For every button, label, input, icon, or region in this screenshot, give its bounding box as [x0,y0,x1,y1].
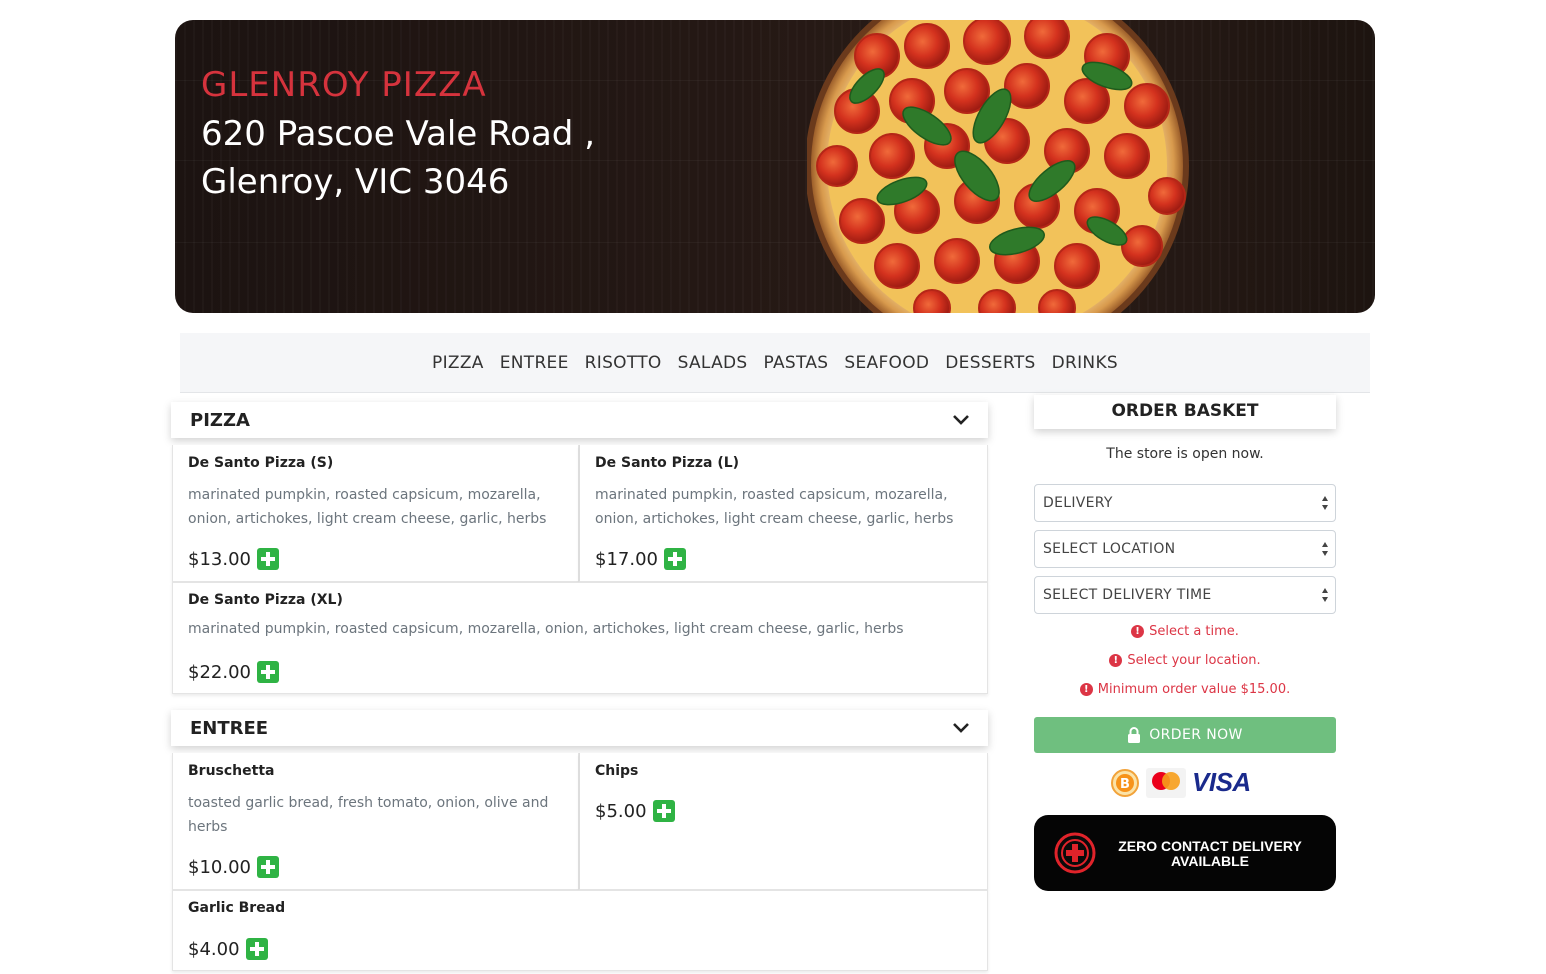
bitcoin-icon: B [1111,768,1139,797]
item-price: $10.00 [188,856,251,878]
store-status: The store is open now. [1106,446,1264,462]
item-price: $13.00 [188,548,251,570]
nav-entree[interactable]: ENTREE [500,353,569,373]
nav-risotto[interactable]: RISOTTO [585,353,662,373]
location-select[interactable]: SELECT LOCATION [1034,530,1336,568]
select-arrows-icon [1322,588,1328,602]
error-minimum-order: ! Minimum order value $15.00. [1034,682,1336,697]
medical-cross-icon [1054,832,1096,874]
lock-icon [1128,727,1141,743]
pizza-image [807,20,1189,313]
menu-item: De Santo Pizza (S) marinated pumpkin, ro… [172,445,579,582]
delivery-time-select[interactable]: SELECT DELIVERY TIME [1034,576,1336,614]
order-now-label: ORDER NOW [1149,727,1243,743]
item-price: $5.00 [595,800,647,822]
nav-pastas[interactable]: PASTAS [764,353,829,373]
error-select-time: ! Select a time. [1034,624,1336,639]
address-line-2: Glenroy, VIC 3046 [201,162,510,202]
order-type-select[interactable]: DELIVERY [1034,484,1336,522]
error-select-location: ! Select your location. [1034,653,1336,668]
item-price: $22.00 [188,661,251,683]
item-price: $4.00 [188,938,240,960]
item-name: De Santo Pizza (S) [188,455,334,471]
order-type-value: DELIVERY [1043,495,1113,511]
chevron-down-icon[interactable] [952,722,970,734]
menu-item: Garlic Bread $4.00 [172,890,988,971]
svg-text:B: B [1120,777,1130,792]
chevron-down-icon[interactable] [952,414,970,426]
item-name: Chips [595,763,639,779]
hero-banner: GLENROY PIZZA 620 Pascoe Vale Road , Gle… [175,20,1375,313]
section-title: ENTREE [190,717,269,739]
hero-text: GLENROY PIZZA 620 Pascoe Vale Road , Gle… [201,64,595,206]
add-item-icon[interactable] [256,856,279,878]
order-basket-title: ORDER BASKET [1034,395,1336,429]
select-arrows-icon [1322,542,1328,556]
delivery-time-value: SELECT DELIVERY TIME [1043,587,1212,603]
nav-drinks[interactable]: DRINKS [1052,353,1118,373]
menu-item: De Santo Pizza (L) marinated pumpkin, ro… [579,445,988,582]
order-now-button[interactable]: ORDER NOW [1034,717,1336,753]
add-item-icon[interactable] [652,800,675,822]
item-price: $17.00 [595,548,658,570]
menu-item: De Santo Pizza (XL) marinated pumpkin, r… [172,582,988,694]
restaurant-name: GLENROY PIZZA [201,65,487,105]
item-description: toasted garlic bread, fresh tomato, onio… [188,795,549,835]
mastercard-icon [1146,767,1186,798]
item-description: marinated pumpkin, roasted capsicum, moz… [595,487,954,527]
add-item-icon[interactable] [663,548,686,570]
zero-contact-text: ZERO CONTACT DELIVERY AVAILABLE [1118,838,1302,869]
nav-desserts[interactable]: DESSERTS [945,353,1035,373]
menu-item: Bruschetta toasted garlic bread, fresh t… [172,753,579,890]
payment-methods: B VISA [1110,767,1251,798]
section-header-pizza[interactable]: PIZZA [171,402,988,438]
item-name: De Santo Pizza (L) [595,455,740,471]
add-item-icon[interactable] [245,938,268,960]
item-name: Bruschetta [188,763,275,779]
add-item-icon[interactable] [256,661,279,683]
error-icon: ! [1079,683,1093,696]
menu-item: Chips $5.00 [579,753,988,890]
item-description: marinated pumpkin, roasted capsicum, moz… [188,487,547,527]
error-icon: ! [1109,654,1123,667]
item-name: De Santo Pizza (XL) [188,592,343,608]
address-line-1: 620 Pascoe Vale Road , [201,114,596,154]
category-nav: PIZZA ENTREE RISOTTO SALADS PASTAS SEAFO… [180,333,1370,393]
select-arrows-icon [1322,496,1328,510]
error-icon: ! [1131,625,1145,638]
nav-salads[interactable]: SALADS [678,353,748,373]
zero-contact-badge: ZERO CONTACT DELIVERY AVAILABLE [1034,815,1336,891]
location-value: SELECT LOCATION [1043,541,1176,557]
visa-logo: VISA [1192,767,1251,797]
nav-seafood[interactable]: SEAFOOD [844,353,929,373]
section-header-entree[interactable]: ENTREE [171,710,988,746]
nav-pizza[interactable]: PIZZA [432,353,484,373]
item-name: Garlic Bread [188,900,286,916]
section-title: PIZZA [190,409,250,431]
add-item-icon[interactable] [256,548,279,570]
item-description: marinated pumpkin, roasted capsicum, moz… [188,621,904,637]
